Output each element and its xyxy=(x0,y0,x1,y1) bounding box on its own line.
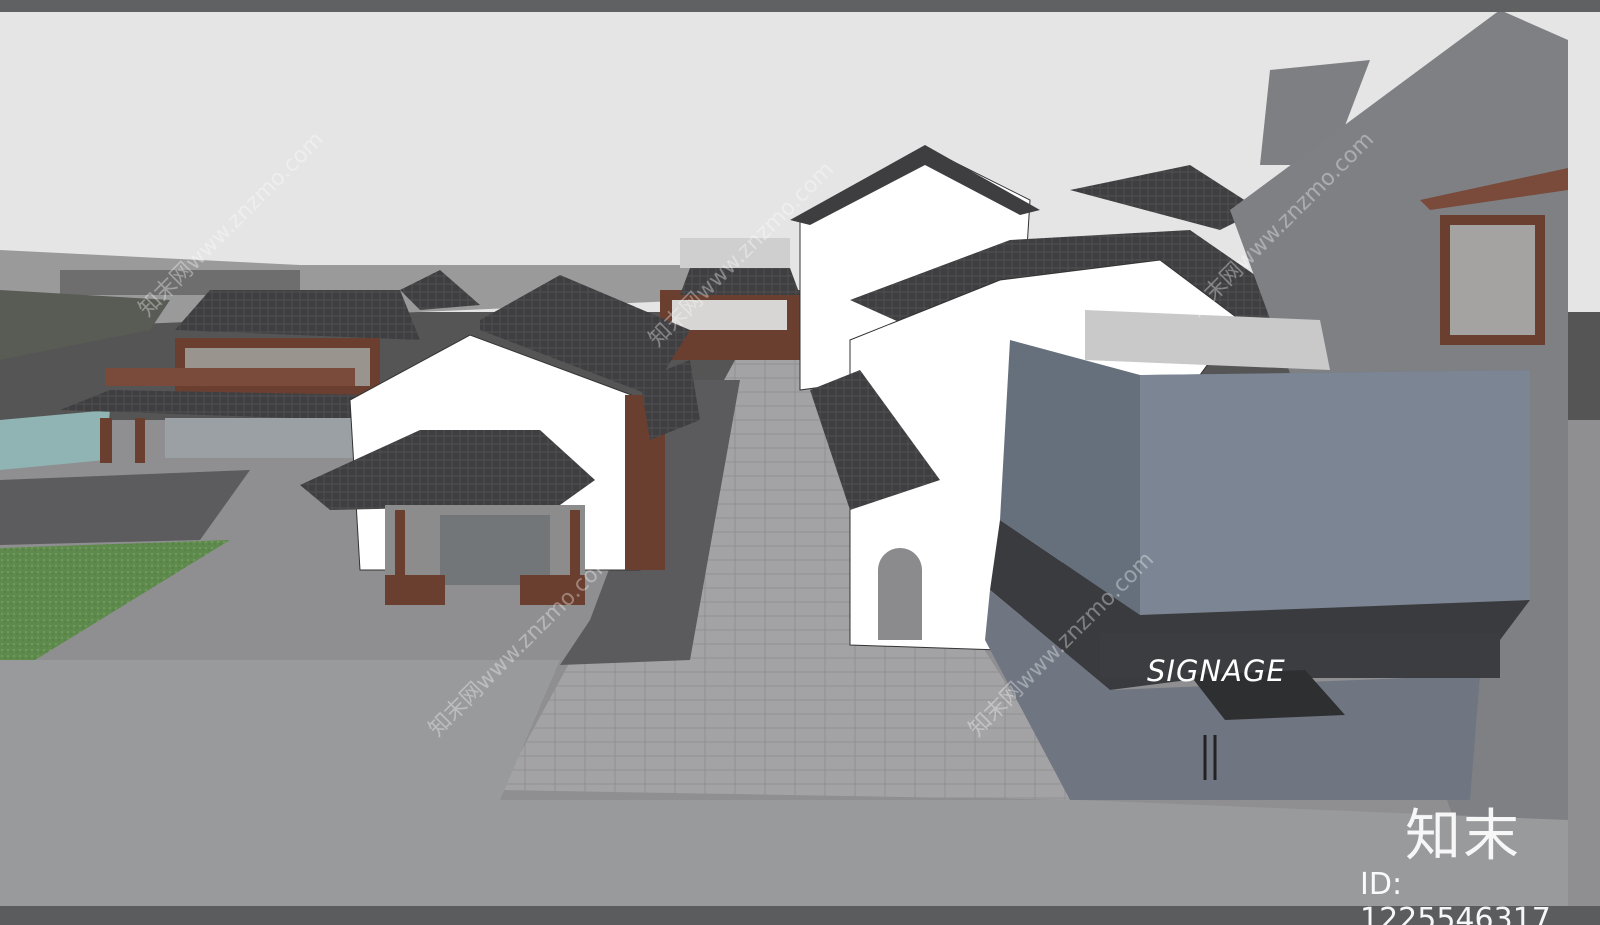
rendered-scene-viewport: SIGNAGE 知末网www.znzmo.com 知末网www.znzmo.co… xyxy=(0,0,1600,925)
top-frame-bar xyxy=(0,0,1600,12)
storefront-signage-text: SIGNAGE xyxy=(1147,654,1286,688)
glass-storefront xyxy=(985,310,1530,800)
canal-water xyxy=(0,410,110,470)
znzmo-logo: 知末 xyxy=(1405,804,1521,869)
image-id-label: ID: 1225546317 xyxy=(1360,867,1551,925)
